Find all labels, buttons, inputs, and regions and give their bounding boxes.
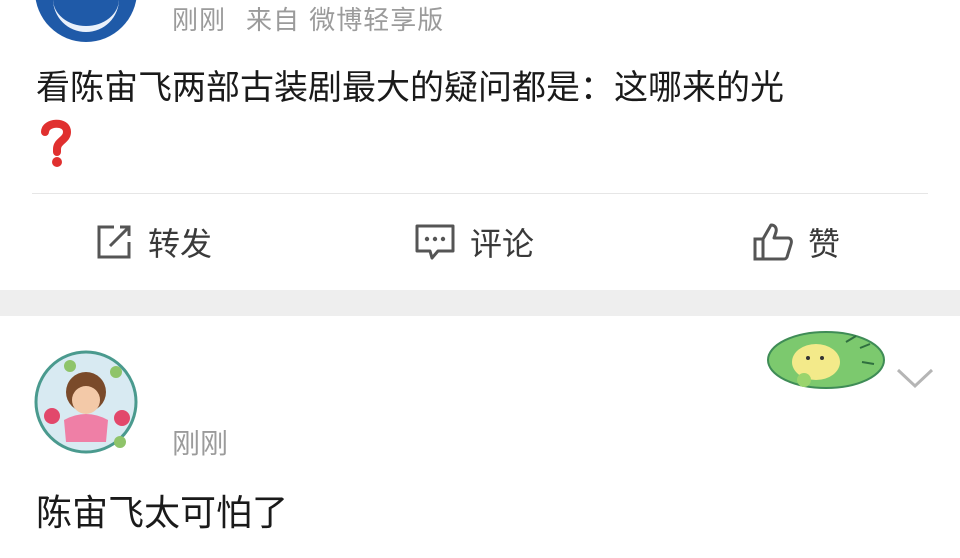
divider — [32, 193, 928, 194]
comment-time: 刚刚 — [172, 427, 229, 460]
section-gap — [0, 290, 960, 316]
author-avatar[interactable] — [35, 0, 137, 42]
like-label: 赞 — [808, 225, 841, 263]
post-time: 刚刚 — [172, 6, 227, 36]
red-question-mark-icon — [41, 119, 72, 167]
post-meta: 刚刚 来自 微博轻享版 — [172, 0, 464, 37]
comment-label: 评论 — [470, 225, 535, 263]
frog-lilypad-sticker — [767, 331, 885, 389]
comment-icon — [415, 224, 455, 260]
repost-button[interactable]: 转发 — [94, 216, 212, 268]
chevron-down-icon[interactable] — [894, 362, 936, 392]
commenter-avatar[interactable] — [30, 346, 142, 458]
post-text: 看陈宙飞两部古装剧最大的疑问都是：这哪来的光 — [36, 68, 784, 108]
avatar-logo — [53, 0, 119, 32]
comment-text: 陈宙飞太可怕了 — [36, 493, 289, 534]
comment-item: 刚刚 陈宙飞太可怕了 — [0, 316, 960, 558]
like-button[interactable]: 赞 — [752, 216, 840, 268]
weibo-post: 刚刚来自 微博轻享版 看陈宙飞两部古装剧最大的疑问都是：这哪来的光 转发 评论 — [0, 0, 960, 488]
comment-button[interactable]: 评论 — [414, 216, 534, 268]
post-actions: 转发 评论 赞 — [0, 196, 960, 488]
repost-label: 转发 — [148, 225, 213, 263]
post-source[interactable]: 来自 微博轻享版 — [246, 6, 444, 36]
repost-icon — [97, 225, 131, 259]
thumbs-up-icon — [753, 223, 793, 261]
